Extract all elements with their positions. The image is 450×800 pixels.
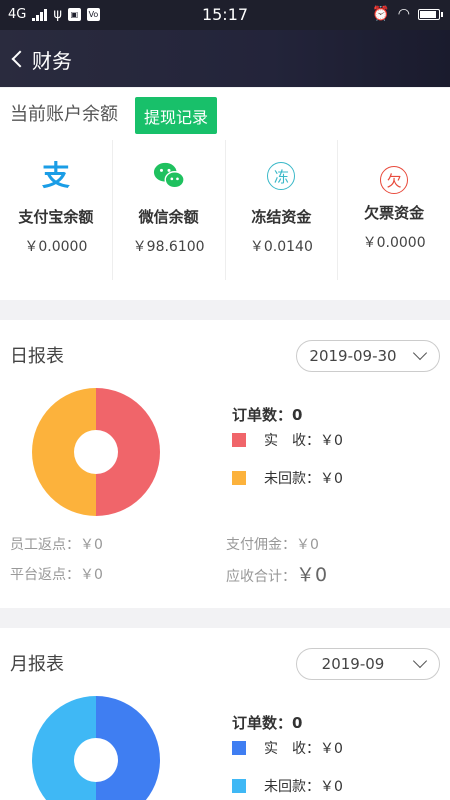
balance-item-name: 冻结资金 [251, 208, 312, 226]
monthly-legend-unpaid: 未回款：￥0 [232, 776, 343, 796]
monthly-pie-chart [32, 696, 160, 800]
daily-date-select[interactable]: 2019-09-30 [296, 340, 440, 372]
battery-icon [418, 8, 443, 20]
alipay-icon: 支 [41, 159, 70, 192]
legend-swatch [232, 741, 246, 755]
legend-label: 实 收：￥0 [264, 741, 343, 757]
withdraw-records-button[interactable]: 提现记录 [135, 97, 217, 134]
balance-item-name: 支付宝余额 [18, 208, 94, 226]
pie-hole [74, 738, 118, 782]
monthly-legend-received: 实 收：￥0 [232, 738, 343, 758]
legend-swatch [232, 779, 246, 793]
daily-report-title: 日报表 [10, 346, 64, 367]
balance-item-value: ￥0.0000 [362, 235, 426, 251]
wechat-icon [153, 160, 185, 192]
monthly-date-select[interactable]: 2019-09 [296, 648, 440, 680]
monthly-report-title: 月报表 [10, 654, 64, 675]
status-right: ⏰ ◠ [372, 6, 443, 22]
balance-item-frozen[interactable]: 冻 冻结资金 ￥0.0140 [226, 140, 339, 280]
daily-order-count: 订单数：0 [232, 406, 303, 424]
balance-item-name: 欠票资金 [364, 204, 425, 222]
chevron-down-icon [412, 653, 428, 669]
balance-card: 当前账户余额 支 支付宝余额 ￥0.0000 微信余额 ￥98.6100 冻 冻… [0, 88, 450, 300]
legend-label: 未回款：￥0 [264, 471, 343, 487]
payment-commission: 支付佣金：￥0 [226, 537, 319, 553]
page-title: 财务 [32, 48, 72, 73]
balance-item-value: ￥98.6100 [132, 239, 205, 255]
balance-item-wechat[interactable]: 微信余额 ￥98.6100 [113, 140, 226, 280]
balance-item-owed[interactable]: 欠 欠票资金 ￥0.0000 [338, 140, 450, 280]
monthly-order-count: 订单数：0 [232, 714, 303, 732]
legend-label: 实 收：￥0 [264, 433, 343, 449]
daily-date-value: 2019-09-30 [309, 347, 397, 365]
daily-report-card: 日报表 2019-09-30 订单数：0 实 收：￥0 未回款：￥0 员工返点：… [0, 320, 450, 608]
receivable-total: 应收合计：￥0 [226, 560, 327, 587]
chevron-left-icon [11, 50, 29, 68]
platform-rebate: 平台返点：￥0 [10, 567, 103, 583]
receivable-value: ￥0 [296, 564, 328, 586]
alarm-icon: ⏰ [372, 6, 390, 22]
monthly-report-card: 月报表 2019-09 订单数：0 实 收：￥0 未回款：￥0 [0, 628, 450, 800]
staff-rebate: 员工返点：￥0 [10, 537, 103, 553]
balance-row: 支 支付宝余额 ￥0.0000 微信余额 ￥98.6100 冻 冻结资金 ￥0.… [0, 140, 450, 280]
chevron-down-icon [412, 345, 428, 361]
frozen-icon: 冻 [265, 160, 297, 192]
legend-label: 未回款：￥0 [264, 779, 343, 795]
legend-swatch [232, 433, 246, 447]
owed-icon: 欠 [378, 164, 410, 196]
legend-swatch [232, 471, 246, 485]
balance-item-value: ￥0.0000 [24, 239, 88, 255]
daily-pie-chart [32, 388, 160, 516]
balance-item-alipay[interactable]: 支 支付宝余额 ￥0.0000 [0, 140, 113, 280]
status-bar: 4G ψ ▣ Vo 15:17 ⏰ ◠ [0, 0, 450, 30]
balance-item-name: 微信余额 [138, 208, 199, 226]
daily-legend-unpaid: 未回款：￥0 [232, 468, 343, 488]
receivable-label: 应收合计： [226, 569, 296, 585]
back-button[interactable]: 财务 [8, 44, 72, 74]
balance-item-value: ￥0.0140 [249, 239, 313, 255]
pie-hole [74, 430, 118, 474]
daily-legend-received: 实 收：￥0 [232, 430, 343, 450]
balance-label: 当前账户余额 [10, 104, 118, 125]
monthly-date-value: 2019-09 [321, 655, 385, 673]
app-header: 财务 [0, 30, 450, 87]
wifi-icon: ◠ [397, 6, 410, 22]
